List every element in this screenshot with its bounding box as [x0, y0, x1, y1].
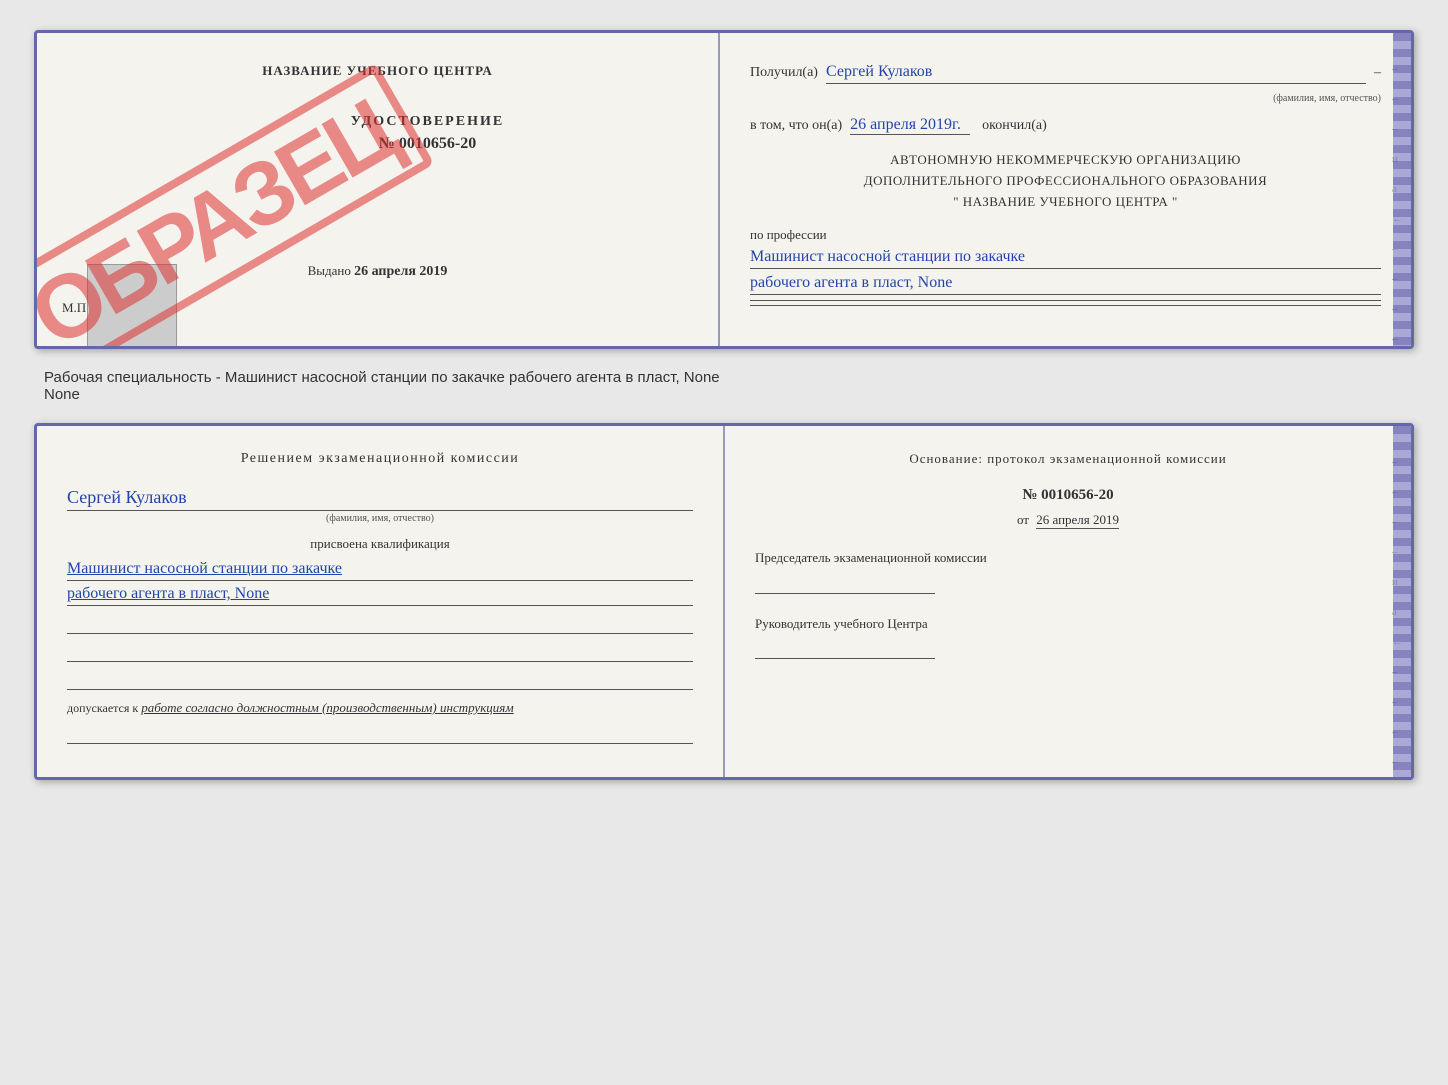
blank-line-4: [67, 724, 693, 744]
document-2: Решением экзаменационной комиссии Сергей…: [34, 423, 1414, 780]
osnov-title: Основание: протокол экзаменационной коми…: [755, 451, 1381, 467]
certificate-left: НАЗВАНИЕ УЧЕБНОГО ЦЕНТРА ОБРАЗЕЦ УДОСТОВ…: [37, 33, 720, 346]
blank-line-2: [67, 642, 693, 662]
profession-line2: рабочего агента в пласт, None: [750, 274, 1381, 295]
director-label: Руководитель учебного Центра: [755, 614, 1381, 634]
org-line3: " НАЗВАНИЕ УЧЕБНОГО ЦЕНТРА ": [750, 192, 1381, 213]
document-1: НАЗВАНИЕ УЧЕБНОГО ЦЕНТРА ОБРАЗЕЦ УДОСТОВ…: [34, 30, 1414, 349]
commission-left: Решением экзаменационной комиссии Сергей…: [37, 426, 725, 777]
date-prefix: в том, что он(а): [750, 118, 842, 134]
description-none: None: [44, 386, 80, 403]
profession-label: по профессии: [750, 227, 1381, 243]
dopusk-prefix: допускается к: [67, 701, 138, 715]
protocol-date: от 26 апреля 2019: [755, 512, 1381, 528]
cert-number: № 0010656-20: [162, 135, 693, 153]
org-line1: АВТОНОМНУЮ НЕКОММЕРЧЕСКУЮ ОРГАНИЗАЦИЮ: [750, 150, 1381, 171]
director-signature-line: [755, 641, 935, 659]
chairman-label: Председатель экзаменационной комиссии: [755, 548, 1381, 568]
commission-title: Решением экзаменационной комиссии: [67, 451, 693, 467]
stamp-container: ОБРАЗЕЦ УДОСТОВЕРЕНИЕ № 0010656-20: [62, 94, 693, 183]
received-line: Получил(а) Сергей Кулаков –: [750, 63, 1381, 84]
received-label: Получил(а): [750, 65, 818, 81]
date-value-2: 26 апреля 2019: [1036, 512, 1119, 529]
certificate-right: Получил(а) Сергей Кулаков – (фамилия, им…: [720, 33, 1411, 346]
dopusk-italic: работе согласно должностным (производств…: [141, 700, 513, 715]
blank-line-1: [67, 614, 693, 634]
person-name-top: Сергей Кулаков: [826, 63, 1366, 84]
name-sublabel-top: (фамилия, имя, отчество): [1273, 93, 1381, 104]
person-name-bottom: Сергей Кулаков: [67, 487, 693, 508]
blank-line-3: [67, 670, 693, 690]
cert-title: НАЗВАНИЕ УЧЕБНОГО ЦЕНТРА: [62, 63, 693, 79]
date-line: в том, что он(а) 26 апреля 2019г. окончи…: [750, 116, 1381, 135]
photo-placeholder: [87, 264, 177, 349]
date-prefix-2: от: [1017, 512, 1029, 527]
issued-date: 26 апреля 2019: [354, 264, 447, 279]
dopusk-line: допускается к работе согласно должностны…: [67, 700, 693, 716]
assigned-label: присвоена квалификация: [67, 536, 693, 552]
date-value: 26 апреля 2019г.: [850, 116, 970, 135]
org-block: АВТОНОМНУЮ НЕКОММЕРЧЕСКУЮ ОРГАНИЗАЦИЮ ДО…: [750, 150, 1381, 212]
date-suffix: окончил(а): [982, 118, 1047, 134]
name-sublabel-bottom: (фамилия, имя, отчество): [67, 513, 693, 524]
chairman-signature-line: [755, 576, 935, 594]
person-name-container: Сергей Кулаков: [67, 487, 693, 511]
qual-line1: Машинист насосной станции по закачке: [67, 560, 693, 581]
qual-line2: рабочего агента в пласт, None: [67, 585, 693, 606]
cert-type: УДОСТОВЕРЕНИЕ: [162, 114, 693, 130]
profession-line1: Машинист насосной станции по закачке: [750, 248, 1381, 269]
issued-label: Выдано: [308, 263, 351, 278]
description-text: Рабочая специальность - Машинист насосно…: [34, 364, 1414, 408]
org-line2: ДОПОЛНИТЕЛЬНОГО ПРОФЕССИОНАЛЬНОГО ОБРАЗО…: [750, 171, 1381, 192]
commission-right: Основание: протокол экзаменационной коми…: [725, 426, 1411, 777]
protocol-number: № 0010656-20: [755, 487, 1381, 504]
description-line: Рабочая специальность - Машинист насосно…: [44, 369, 720, 386]
